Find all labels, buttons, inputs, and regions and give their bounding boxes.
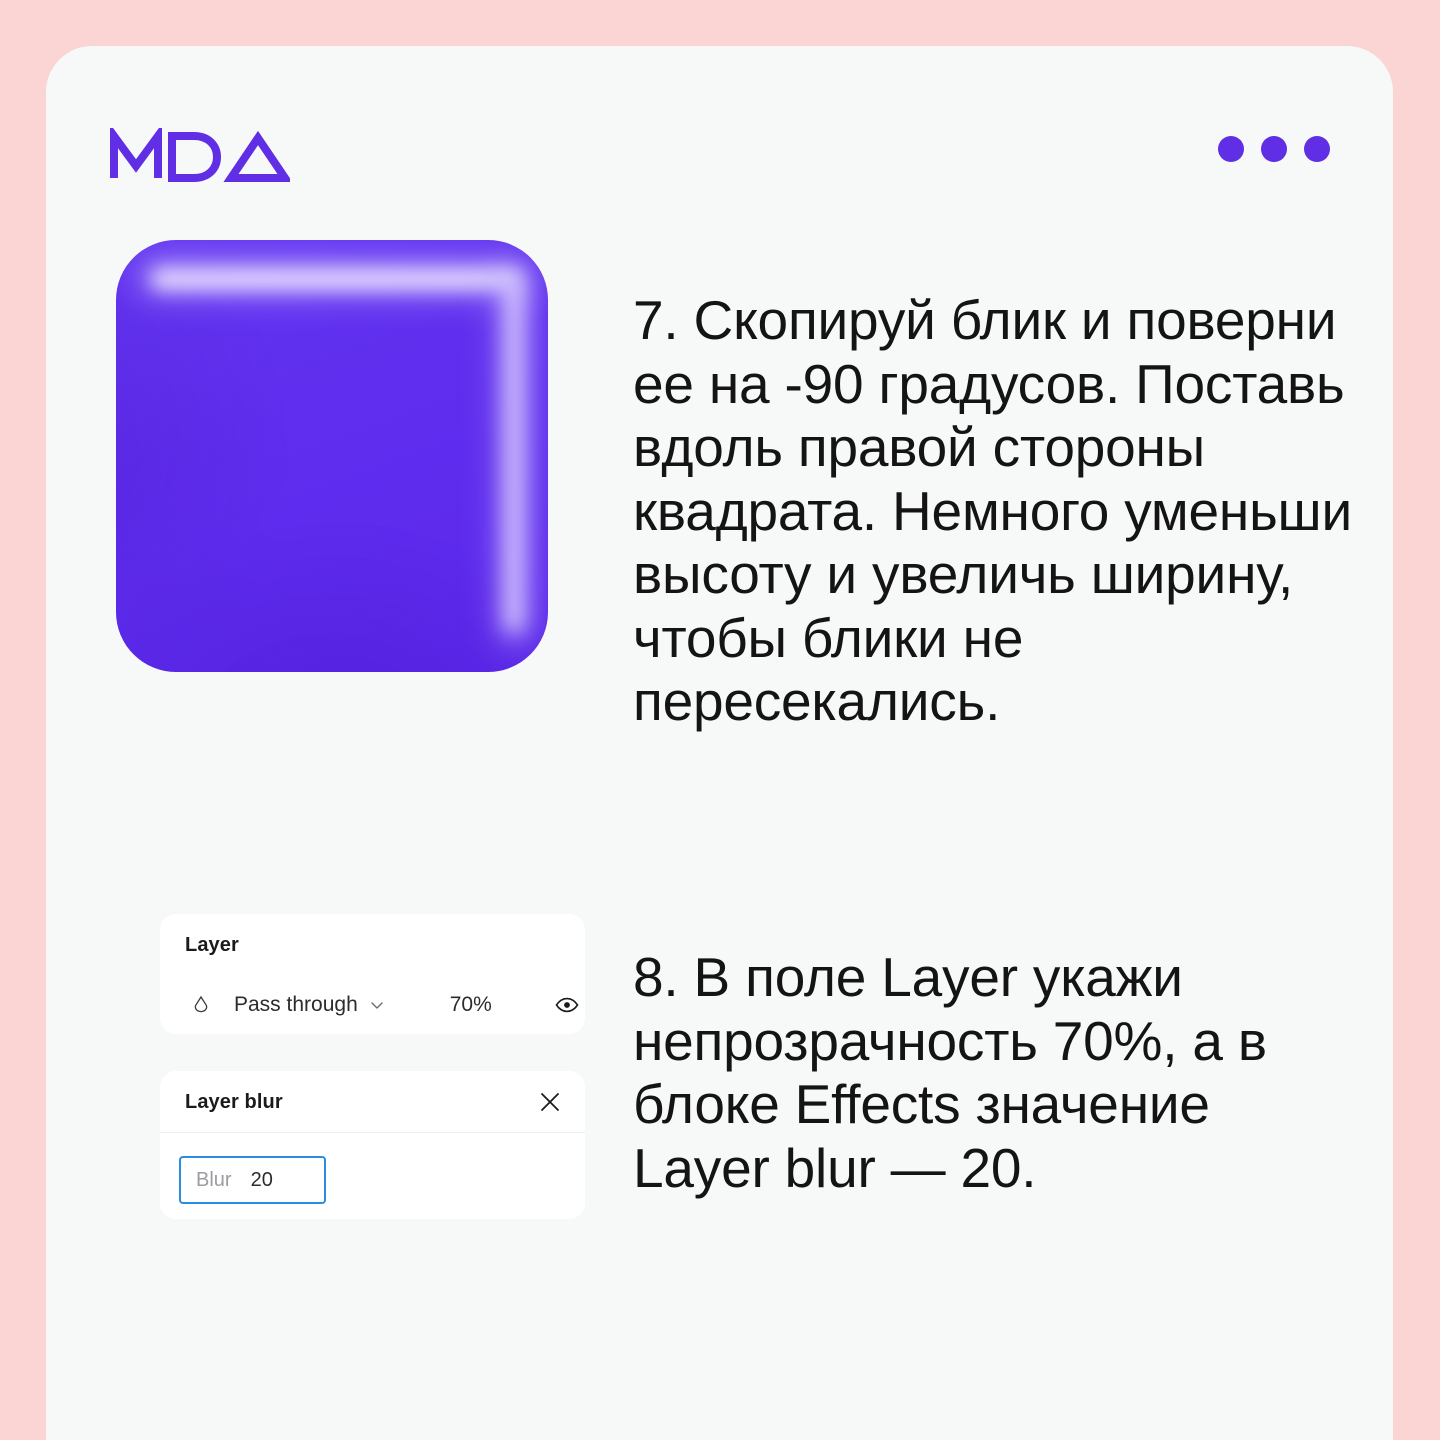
menu-dot (1218, 136, 1244, 162)
blur-input-label: Blur (196, 1168, 232, 1191)
layer-blur-title: Layer blur (185, 1091, 283, 1113)
eye-icon[interactable] (554, 992, 580, 1018)
purple-square (116, 240, 548, 672)
top-gloss-highlight (150, 268, 523, 291)
blend-mode-label[interactable]: Pass through (234, 993, 358, 1017)
blur-input[interactable]: Blur 20 (179, 1156, 326, 1204)
layer-blur-header: Layer blur (160, 1071, 585, 1133)
layer-panel-title: Layer (185, 934, 239, 956)
chevron-down-icon[interactable] (368, 996, 386, 1014)
step-7-text: 7. Скопируй блик и поверни ее на -90 гра… (633, 289, 1352, 733)
layer-properties-row: Pass through 70% (160, 982, 585, 1028)
layer-panel: Layer Pass through 70% (160, 914, 585, 1034)
blend-mode-droplet-icon[interactable] (190, 994, 212, 1016)
layer-blur-panel: Layer blur Blur 20 (160, 1071, 585, 1219)
rounded-square-preview (116, 240, 548, 672)
close-icon[interactable] (537, 1089, 563, 1115)
square-edge-shading (116, 240, 548, 672)
menu-dot (1304, 136, 1330, 162)
menu-dot (1261, 136, 1287, 162)
step-8-text: 8. В поле Layer укажи непрозрачность 70%… (633, 946, 1267, 1199)
right-gloss-highlight (504, 278, 525, 634)
kebab-menu-icon[interactable] (1218, 136, 1330, 162)
blur-input-value[interactable]: 20 (251, 1169, 273, 1192)
mda-logo (110, 128, 290, 184)
slide-card: Layer Pass through 70% Layer blur Blur 2… (46, 46, 1393, 1440)
opacity-value[interactable]: 70% (450, 993, 492, 1017)
